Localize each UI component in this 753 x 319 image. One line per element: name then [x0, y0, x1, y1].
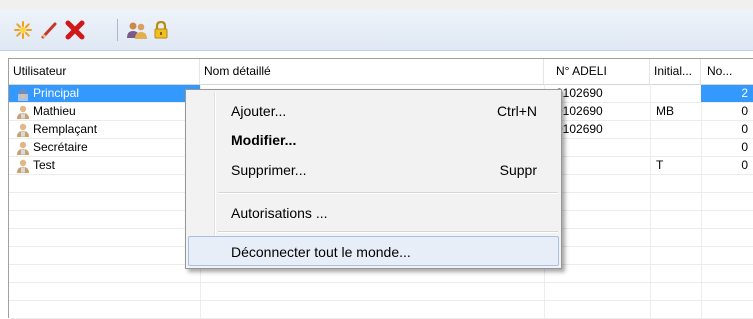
users-icon[interactable] [124, 17, 150, 43]
cell-text: T [656, 158, 664, 172]
table-cell-no: 0 [701, 121, 753, 138]
menu-item-shortcut: Suppr [499, 162, 537, 178]
table-cell-user: Mathieu [9, 103, 200, 120]
menu-item-supprimer[interactable]: Supprimer... Suppr [188, 155, 559, 185]
toolbar [0, 10, 753, 51]
column-header-adeli[interactable]: N° ADELI [544, 59, 650, 84]
cell-text: Remplaçant [33, 122, 98, 136]
menu-separator [218, 192, 558, 194]
cell-text: Principal [33, 86, 80, 100]
table-cell-initial: MB [650, 103, 701, 120]
column-header-utilisateur[interactable]: Utilisateur [9, 59, 200, 84]
table-row-empty [9, 283, 753, 301]
table-cell-no: 2 [701, 85, 753, 102]
context-menu: Ajouter... Ctrl+N Modifier... Supprimer.… [185, 89, 562, 269]
table-cell-initial [650, 121, 701, 138]
cell-text: Mathieu [33, 104, 76, 118]
table-cell-no: 0 [701, 139, 753, 156]
cell-text: 0 [741, 104, 748, 118]
table-cell-initial [650, 85, 701, 102]
cell-text: 0 [741, 158, 748, 172]
menu-item-label: Supprimer... [231, 162, 307, 178]
menu-item-label: Modifier... [231, 132, 297, 148]
cell-text: 0102690 [556, 104, 603, 118]
menu-item-shortcut: Ctrl+N [496, 103, 537, 119]
table-row-empty [9, 301, 753, 319]
window-top-strip [0, 0, 753, 10]
table-cell-user: Secrétaire [9, 139, 200, 156]
table-cell-user: Test [9, 157, 200, 174]
cell-text: Test [33, 158, 56, 172]
table-cell-user: Principal [9, 85, 200, 102]
user-icon [17, 141, 29, 155]
menu-item-label: Ajouter... [231, 103, 287, 119]
menu-item-autorisations[interactable]: Autorisations ... [188, 198, 559, 228]
delete-icon[interactable] [62, 17, 88, 43]
new-icon[interactable] [10, 17, 36, 43]
cell-text: 0102690 [556, 122, 603, 136]
lock-icon[interactable] [148, 17, 174, 43]
cell-text: 0102690 [556, 86, 603, 100]
table-cell-user: Remplaçant [9, 121, 200, 138]
user-icon [17, 159, 29, 173]
column-header-no[interactable]: No... [701, 59, 753, 84]
menu-item-label: Déconnecter tout le monde... [231, 244, 411, 260]
cell-text: 0 [741, 122, 748, 136]
user-admin-icon [16, 88, 30, 101]
user-icon [17, 123, 29, 137]
table-cell-no: 0 [701, 157, 753, 174]
toolbar-separator [117, 19, 118, 41]
table-cell-initial: T [650, 157, 701, 174]
column-header-initial[interactable]: Initial... [650, 59, 701, 84]
table-header: Utilisateur Nom détaillé N° ADELI Initia… [9, 59, 753, 85]
cell-text: 0 [741, 140, 748, 154]
cell-text: Secrétaire [33, 140, 88, 154]
menu-separator [218, 231, 558, 233]
table-cell-no: 0 [701, 103, 753, 120]
column-header-nom-detaille[interactable]: Nom détaillé [200, 59, 544, 84]
menu-item-ajouter[interactable]: Ajouter... Ctrl+N [188, 96, 559, 126]
cell-text: MB [656, 104, 674, 118]
user-icon [17, 105, 29, 119]
menu-item-deconnecter[interactable]: Déconnecter tout le monde... [188, 236, 559, 266]
edit-icon[interactable] [36, 17, 62, 43]
menu-item-modifier[interactable]: Modifier... [188, 125, 559, 155]
cell-text: 2 [741, 86, 748, 100]
table-cell-initial [650, 139, 701, 156]
menu-item-label: Autorisations ... [231, 205, 328, 221]
